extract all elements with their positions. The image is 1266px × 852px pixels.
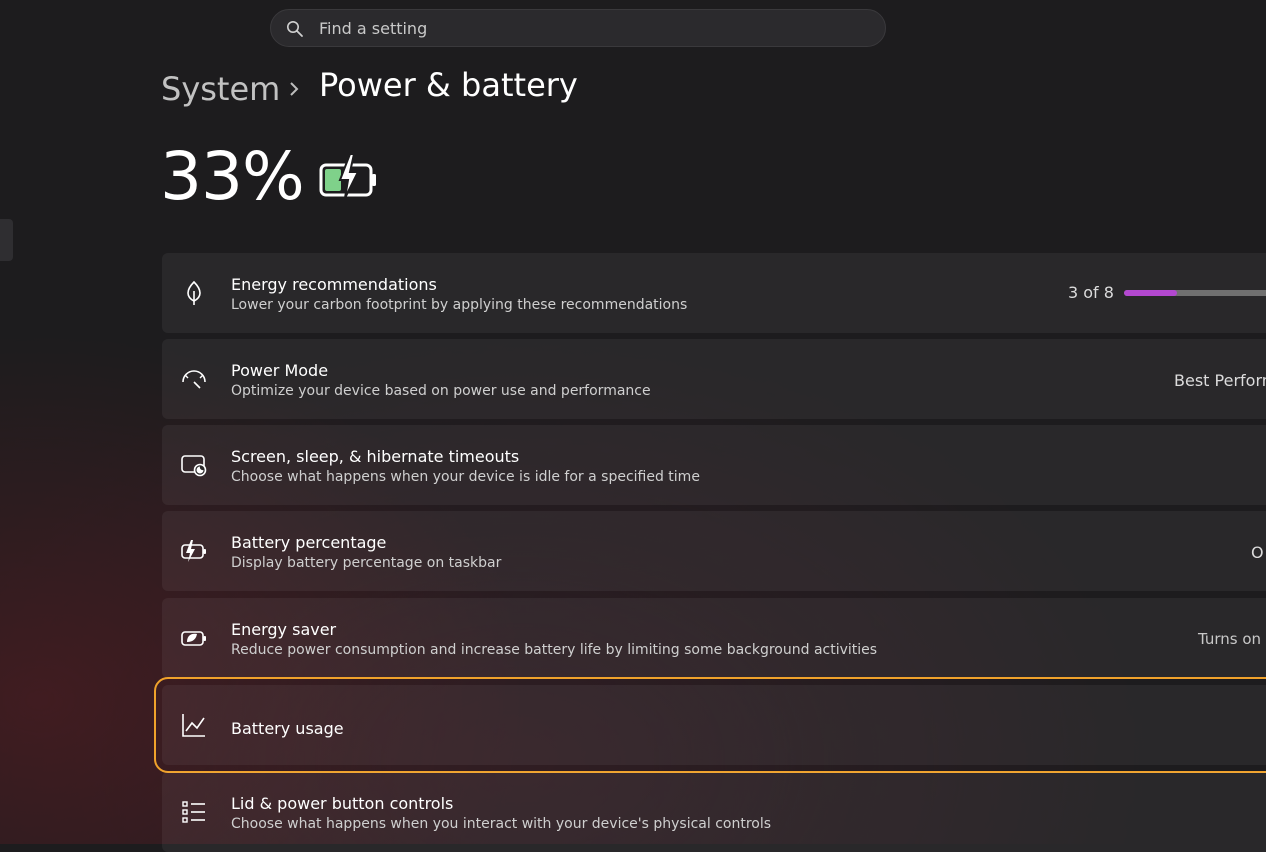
line-chart-icon xyxy=(182,714,205,737)
setting-lid-power-button[interactable]: Lid & power button controls Choose what … xyxy=(162,772,1266,852)
setting-title: Lid & power button controls xyxy=(231,794,454,813)
battery-charging-icon xyxy=(319,153,376,199)
recommendations-progress-bar xyxy=(1124,290,1266,296)
list-controls-icon xyxy=(182,801,205,823)
progress-fill xyxy=(1124,290,1178,296)
setting-description: Optimize your device based on power use … xyxy=(231,383,651,399)
recommendations-count: 3 of 8 xyxy=(1068,283,1114,302)
search-box[interactable]: Find a setting xyxy=(270,9,886,47)
setting-energy-recommendations[interactable]: Energy recommendations Lower your carbon… xyxy=(162,253,1266,333)
setting-description: Choose what happens when you interact wi… xyxy=(231,816,772,832)
setting-title: Energy saver xyxy=(231,620,337,639)
power-mode-dropdown[interactable]: Best Perform xyxy=(1174,371,1266,390)
search-placeholder[interactable]: Find a setting xyxy=(319,19,427,38)
page-title: Power & battery xyxy=(319,66,578,104)
breadcrumb: System Power & battery xyxy=(161,66,578,112)
setting-energy-saver[interactable]: Energy saver Reduce power consumption an… xyxy=(162,598,1266,678)
battery-percentage-icon xyxy=(181,540,206,562)
setting-title: Screen, sleep, & hibernate timeouts xyxy=(231,447,520,466)
battery-percentage-toggle-state[interactable]: O xyxy=(1251,543,1264,562)
screen-sleep-icon xyxy=(181,455,207,477)
setting-title: Power Mode xyxy=(231,361,329,380)
battery-percent: 33% xyxy=(160,138,305,215)
energy-saver-icon xyxy=(181,631,206,646)
leaf-icon xyxy=(187,280,201,305)
setting-description: Reduce power consumption and increase ba… xyxy=(231,642,878,658)
setting-description: Lower your carbon footprint by applying … xyxy=(231,297,688,313)
setting-battery-usage[interactable]: Battery usage xyxy=(154,677,1266,773)
setting-title: Battery usage xyxy=(231,719,344,738)
setting-title: Battery percentage xyxy=(231,533,387,552)
nav-pane-handle[interactable] xyxy=(0,219,13,261)
setting-screen-sleep-hibernate[interactable]: Screen, sleep, & hibernate timeouts Choo… xyxy=(162,425,1266,505)
chevron-right-icon xyxy=(290,82,299,96)
setting-description: Choose what happens when your device is … xyxy=(231,469,700,485)
setting-battery-percentage[interactable]: Battery percentage Display battery perce… xyxy=(162,511,1266,591)
setting-title: Energy recommendations xyxy=(231,275,437,294)
power-mode-gauge-icon xyxy=(182,370,206,389)
search-icon xyxy=(287,21,303,37)
setting-description: Display battery percentage on taskbar xyxy=(231,555,502,571)
setting-power-mode[interactable]: Power Mode Optimize your device based on… xyxy=(162,339,1266,419)
energy-saver-status: Turns on a xyxy=(1198,630,1266,648)
breadcrumb-system-link[interactable]: System xyxy=(161,70,280,108)
